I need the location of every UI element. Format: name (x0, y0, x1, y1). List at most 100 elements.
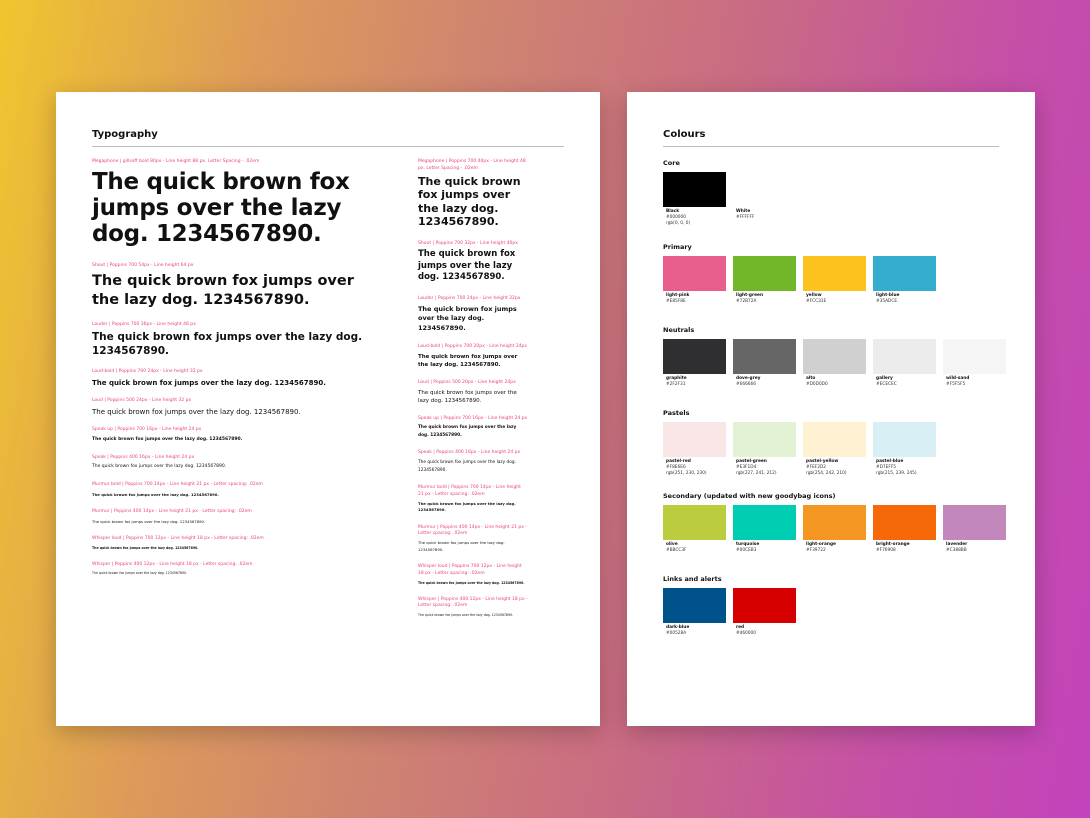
type-spec: Shout | Poppins 700 32px - Line height 4… (418, 241, 528, 284)
type-sample-text: The quick brown fox jumps over the lazy … (418, 500, 516, 513)
type-sample-text: The quick brown fox jumps over the lazy … (418, 389, 517, 404)
type-sample-text: The quick brown fox jumps over the lazy … (92, 331, 363, 358)
typography-divider (92, 146, 564, 147)
colour-code: #C388BB (946, 548, 967, 553)
colour-group: Pastels pastel-red #F8E6E6 rgb(251, 230, 23… (663, 409, 936, 477)
colour-chip (733, 339, 796, 374)
type-spec: Whisper loud | Poppins 700 12px - Line h… (418, 564, 528, 586)
colour-chip (733, 588, 796, 623)
type-spec-label: Whisper loud | Poppins 700 12px - Line h… (418, 564, 522, 576)
type-spec: Speak up | Poppins 700 16px - Line heigh… (92, 427, 382, 444)
colours-title: Colours (663, 129, 706, 140)
type-spec-label: Speak up | Poppins 700 16px - Line heigh… (92, 426, 202, 432)
type-sample-text: The quick brown fox jumps over the lazy … (418, 304, 517, 332)
type-spec: Megaphone | Poppins 700 40px - Line heig… (418, 159, 528, 229)
type-spec: Louder | Poppins 700 24px - Line height … (418, 296, 528, 333)
colour-chip (733, 172, 796, 207)
type-sample-text: The quick brown fox jumps over the lazy … (92, 436, 243, 442)
type-sample-text: The quick brown fox jumps over the lazy … (418, 540, 505, 552)
colour-code: #FCC31E (806, 299, 827, 304)
colour-chip (733, 256, 796, 291)
colour-chip (803, 505, 866, 540)
colour-group-heading: Secondary (updated with new goodybag ico… (663, 492, 836, 500)
colour-chip (663, 422, 726, 457)
type-spec: Shout | Poppins 700 54px - Line height 6… (92, 263, 382, 310)
colour-code: rgb(251, 230, 230) (666, 471, 707, 476)
colour-chip (873, 422, 936, 457)
type-spec-label: Murmur bold | Poppins 700 14px - Line he… (92, 482, 263, 488)
type-spec-label: Megaphone | Poppins 700 40px - Line heig… (418, 159, 526, 171)
colour-chip (663, 505, 726, 540)
swatch-row: olive #BBCC3F turquoise #00CEB3 light-orange… (663, 505, 1006, 554)
type-sample-text: The quick brown fox jumps over the lazy … (92, 571, 188, 576)
colour-swatch: light-orange #F39722 (803, 505, 866, 554)
colour-code: rgb(254, 242, 210) (806, 471, 847, 476)
colour-swatch: dove-grey #666666 (733, 339, 796, 388)
colour-swatch: light-blue #35ADCE (873, 256, 936, 305)
colour-code: #d60000 (736, 631, 756, 636)
colour-group-heading: Core (663, 159, 680, 167)
type-spec: Speak | Poppins 400 16px - Line height 2… (92, 455, 382, 472)
type-sample-text: The quick brown fox jumps over the lazy … (418, 425, 517, 438)
colour-chip (873, 505, 936, 540)
colour-chip (943, 505, 1006, 540)
type-spec: Loud | Poppins 500 20px - Line height 24… (418, 380, 528, 405)
type-spec-label: Speak | Poppins 400 16px - Line height 2… (418, 450, 521, 456)
type-spec-label: Murmur | Poppins 400 14px - Line height … (92, 509, 252, 514)
type-sample-text: The quick brown fox jumps over the lazy … (418, 174, 521, 229)
colour-group: Neutrals graphite #2F2F31 dove-grey #666666 a… (663, 326, 1006, 388)
colour-code: #E85F8E (666, 299, 686, 304)
swatch-row: graphite #2F2F31 dove-grey #666666 alto #D0D0… (663, 339, 1006, 388)
colour-swatch: olive #BBCC3F (663, 505, 726, 554)
colour-code: #666666 (736, 382, 757, 387)
colour-chip (803, 256, 866, 291)
type-spec-label: Megaphone | gillsoff bold 80px - Line he… (92, 159, 260, 164)
type-spec: Murmur bold | Poppins 700 14px - Line he… (92, 482, 382, 498)
colour-code: #FFFFFF (736, 215, 755, 220)
colour-swatch: lavender #C388BB (943, 505, 1006, 554)
swatch-row: pastel-red #F8E6E6 rgb(251, 230, 230) paste… (663, 422, 936, 477)
type-spec-label: Louder | Poppins 700 24px - Line height … (418, 295, 521, 301)
colour-swatch: pastel-blue #D7EFF5 rgb(215, 239, 245) (873, 422, 936, 477)
colour-swatch: wild-sand #F5F5F5 (943, 339, 1006, 388)
colour-code: rgb(0, 0, 0) (666, 221, 691, 226)
colour-swatch: dark-blue #00528A (663, 588, 726, 637)
type-spec-label: Shout | Poppins 700 54px - Line height 6… (92, 262, 194, 268)
colour-code: #F76908 (876, 548, 896, 553)
type-sample-text: The quick brown fox jumps over the lazy … (418, 353, 518, 368)
type-sample-text: The quick brown fox jumps over the lazy … (92, 518, 206, 524)
type-sample-text: The quick brown fox jumps over the lazy … (92, 272, 354, 308)
swatch-row: dark-blue #00528A red #d60000 (663, 588, 796, 637)
colour-swatch: yellow #FCC31E (803, 256, 866, 305)
colour-group-heading: Primary (663, 243, 692, 251)
colours-sheet: Colours Core Black #000000 rgb(0, 0, 0) Whit… (627, 92, 1035, 726)
type-spec-label: Speak | Poppins 400 16px - Line height 2… (92, 454, 195, 460)
type-scale-large: Megaphone | gillsoff bold 80px - Line he… (92, 159, 382, 580)
colour-swatch: gallery #ECECEC (873, 339, 936, 388)
colour-chip (803, 422, 866, 457)
colour-chip (663, 256, 726, 291)
colour-chip (663, 588, 726, 623)
swatch-row: Black #000000 rgb(0, 0, 0) White #FFFFFF (663, 172, 796, 227)
type-spec-label: Murmur | Poppins 400 14px - Line height … (418, 524, 527, 537)
colour-chip (873, 339, 936, 374)
type-scale-small: Megaphone | Poppins 700 40px - Line heig… (418, 159, 528, 622)
type-spec: Whisper | Poppins 400 12px - Line height… (92, 562, 382, 577)
colour-chip (803, 339, 866, 374)
typography-sheet: Typography Megaphone | gillsoff bold 80p… (56, 92, 600, 726)
type-spec: Murmur | Poppins 400 14px - Line height … (418, 525, 528, 554)
colour-chip (873, 256, 936, 291)
type-sample-text: The quick brown fox jumps over the lazy … (92, 407, 301, 416)
type-spec-label: Loud | Poppins 500 24px - Line height 32… (92, 398, 192, 403)
colour-chip (733, 422, 796, 457)
colour-swatch: pastel-green #E3F1D4 rgb(227, 241, 212) (733, 422, 796, 477)
type-sample-text: The quick brown fox jumps over the lazy … (92, 379, 326, 387)
type-sample-text: The quick brown fox jumps over the lazy … (92, 492, 219, 497)
colours-divider (663, 146, 999, 147)
colour-group: Secondary (updated with new goodybag ico… (663, 492, 1006, 554)
type-spec-label: Shout | Poppins 700 32px - Line height 4… (418, 240, 518, 246)
colour-swatch: light-pink #E85F8E (663, 256, 726, 305)
type-spec: Murmur | Poppins 400 14px - Line height … (92, 509, 382, 525)
colour-code: #00CEB3 (736, 548, 757, 553)
colour-swatch: graphite #2F2F31 (663, 339, 726, 388)
